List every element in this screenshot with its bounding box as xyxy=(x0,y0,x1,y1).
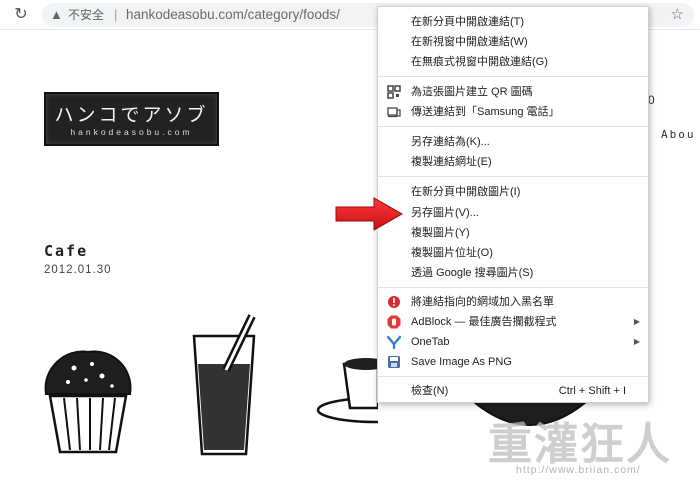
post-date: 2012.01.30 xyxy=(44,264,112,276)
menu-separator xyxy=(378,376,648,377)
menu-separator xyxy=(378,126,648,127)
security-label[interactable]: 不安全 xyxy=(68,7,104,23)
logo-title: ハンコでアソブ xyxy=(54,105,209,126)
save-png-icon xyxy=(388,356,400,368)
menu-item-onetab[interactable]: OneTab ▶ xyxy=(378,332,648,352)
warning-icon[interactable]: ▲ xyxy=(50,7,63,23)
watermark-url: http://www.briian.com/ xyxy=(516,464,641,476)
menu-item-send-to-device[interactable]: 傳送連結到「Samsung 電話」 xyxy=(378,102,648,122)
context-menu: 在新分頁中開啟連結(T) 在新視窗中開啟連結(W) 在無痕式視窗中開啟連結(G)… xyxy=(377,6,649,403)
menu-separator xyxy=(378,176,648,177)
menu-separator xyxy=(378,76,648,77)
nav-about-link[interactable]: Abou xyxy=(661,128,696,141)
url-text[interactable]: hankodeasobu.com/category/foods/ xyxy=(126,6,340,24)
site-logo[interactable]: ハンコでアソブ hankodeasobu.com xyxy=(44,92,219,146)
reload-icon[interactable]: ↻ xyxy=(12,6,30,24)
menu-separator xyxy=(378,287,648,288)
logo-subtitle: hankodeasobu.com xyxy=(70,127,193,137)
bookmark-star-icon[interactable]: ☆ xyxy=(671,6,684,24)
devices-icon xyxy=(387,107,401,118)
menu-item-open-link-new-window[interactable]: 在新視窗中開啟連結(W) xyxy=(378,32,648,52)
menu-item-search-google-for-image[interactable]: 透過 Google 搜尋圖片(S) xyxy=(378,263,648,283)
menu-item-copy-link-address[interactable]: 複製連結網址(E) xyxy=(378,152,648,172)
muffin-illustration xyxy=(44,350,132,454)
menu-item-copy-image-address[interactable]: 複製圖片位址(O) xyxy=(378,243,648,263)
address-separator: | xyxy=(114,7,118,22)
site-watermark: 重灌狂人 http://www.briian.com/ xyxy=(488,408,698,488)
menu-item-blacklist-domain[interactable]: 將連結指向的網域加入黑名單 xyxy=(378,292,648,312)
qr-code-icon xyxy=(387,85,401,99)
menu-item-open-image-new-tab[interactable]: 在新分頁中開啟圖片(I) xyxy=(378,182,648,202)
menu-item-save-image-as[interactable]: 另存圖片(V)... xyxy=(378,203,648,223)
drink-illustration xyxy=(192,314,256,456)
post-title[interactable]: Cafe xyxy=(44,242,88,260)
menu-item-open-link-new-tab[interactable]: 在新分頁中開啟連結(T) xyxy=(378,12,648,32)
partial-text: 0 xyxy=(648,93,655,107)
menu-item-copy-image[interactable]: 複製圖片(Y) xyxy=(378,223,648,243)
inspect-shortcut: Ctrl + Shift + I xyxy=(558,385,626,397)
adblock-icon xyxy=(387,315,401,329)
menu-item-open-link-incognito[interactable]: 在無痕式視窗中開啟連結(G) xyxy=(378,52,648,72)
coffee-illustration xyxy=(316,358,378,424)
menu-item-inspect[interactable]: 檢查(N) Ctrl + Shift + I xyxy=(378,381,648,401)
submenu-arrow-icon: ▶ xyxy=(633,317,640,326)
menu-item-save-link-as[interactable]: 另存連結為(K)... xyxy=(378,132,648,152)
onetab-icon xyxy=(387,335,401,349)
red-pointer-arrow-icon xyxy=(335,197,404,231)
watermark-text: 重灌狂人 xyxy=(488,419,672,470)
menu-item-save-image-as-png[interactable]: Save Image As PNG xyxy=(378,352,648,372)
menu-item-qr-code[interactable]: 為這張圖片建立 QR 圖碼 xyxy=(378,82,648,102)
menu-item-adblock[interactable]: AdBlock — 最佳廣告攔截程式 ▶ xyxy=(378,312,648,332)
blacklist-icon xyxy=(388,296,400,308)
submenu-arrow-icon: ▶ xyxy=(633,337,640,346)
